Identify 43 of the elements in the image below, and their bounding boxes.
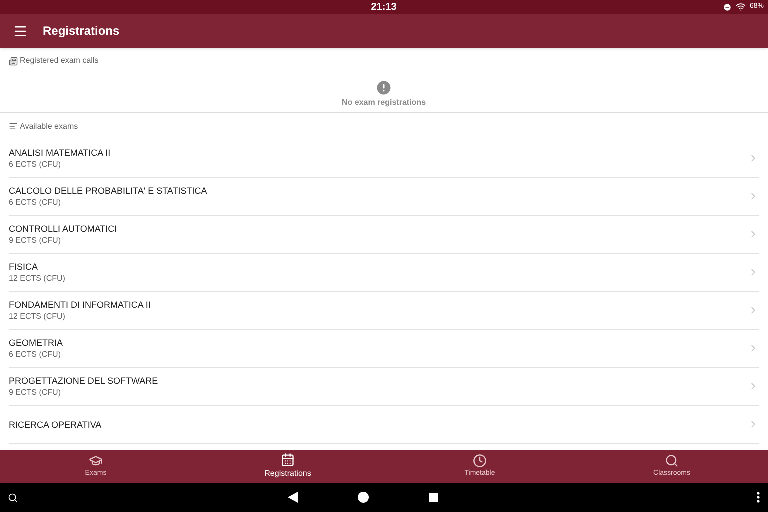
exam-credits: 12 ECTS (CFU) [9,273,66,284]
clock-icon [473,454,487,468]
empty-message: No exam registrations [342,97,426,109]
do-not-disturb-icon [722,2,732,12]
exam-credits: 9 ECTS (CFU) [9,387,62,398]
exam-name: RICERCA OPERATIVA [9,418,102,430]
exam-name: GEOMETRIA [9,337,64,349]
nav-tab[interactable]: Registrations [192,450,384,483]
back-icon[interactable] [288,492,298,503]
more-icon[interactable] [757,492,760,503]
exam-list-item[interactable]: ANALISI MATEMATICA II 6 ECTS (CFU) [9,140,759,178]
search-icon[interactable] [8,492,18,502]
status-time: 21:13 [371,0,397,14]
exam-list-item[interactable]: CALCOLO DELLE PROBABILITA' E STATISTICA 6 ECTS (CFU) [9,178,759,216]
exam-name: PROGETTAZIONE DEL SOFTWARE [9,375,158,387]
alert-icon [375,79,393,97]
search-icon [665,454,679,468]
list-icon [9,122,18,131]
exam-list-item[interactable]: FISICA 12 ECTS (CFU) [9,254,759,292]
section-title: Registered exam calls [20,55,99,67]
exam-list-item[interactable]: RICERCA OPERATIVA [9,406,759,444]
wifi-icon [736,2,746,12]
exam-name: FISICA [9,261,40,273]
exam-name: ANALISI MATEMATICA II [9,147,111,159]
calendar-icon [281,453,295,467]
graduation-cap-icon [89,454,103,468]
exam-credits: 6 ECTS (CFU) [9,349,62,360]
exam-credits: 6 ECTS (CFU) [9,159,62,170]
exam-list-item[interactable]: GEOMETRIA 6 ECTS (CFU) [9,330,759,368]
exam-name: FONDAMENTI DI INFORMATICA II [9,299,151,311]
home-icon[interactable] [358,492,369,503]
exam-credits: 9 ECTS (CFU) [9,235,62,246]
exam-list-item[interactable]: CONTROLLI AUTOMATICI 9 ECTS (CFU) [9,216,759,254]
exam-name: CONTROLLI AUTOMATICI [9,223,118,235]
menu-icon [12,24,28,38]
exam-list-item[interactable]: FONDAMENTI DI INFORMATICA II 12 ECTS (CFU) [9,292,759,330]
exam-list-item[interactable]: PROGETTAZIONE DEL SOFTWARE 9 ECTS (CFU) [9,368,759,406]
exam-name: CALCOLO DELLE PROBABILITA' E STATISTICA [9,185,208,197]
exam-credits: 12 ECTS (CFU) [9,311,66,322]
newspaper-icon [9,56,18,66]
section-title: Available exams [20,120,78,132]
app-bar-title: Registrations [43,23,120,40]
exam-credits: 6 ECTS (CFU) [9,197,62,208]
